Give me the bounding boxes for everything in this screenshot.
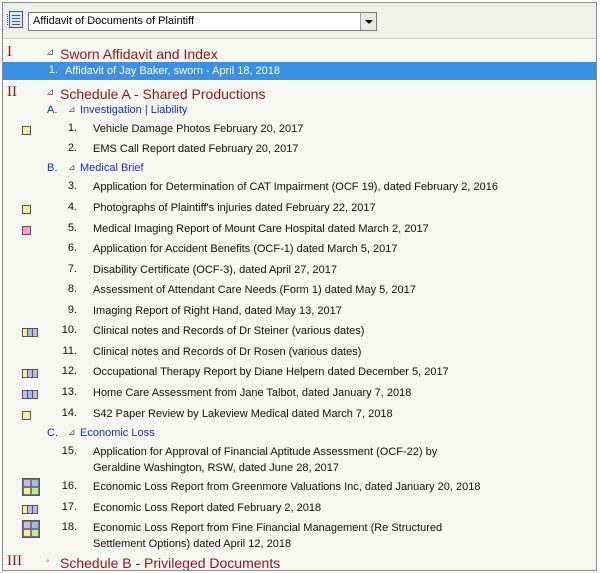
item-number: 3. <box>67 180 77 192</box>
item-text: Medical Imaging Report of Mount Care Hos… <box>93 223 429 235</box>
list-item[interactable]: 15. Application for Approval of Financia… <box>3 443 596 477</box>
item-text: Application for Determination of CAT Imp… <box>93 181 498 193</box>
list-item[interactable]: 6. Application for Accident Benefits (OC… <box>3 240 596 260</box>
item-text: Economic Loss Report from Fine Financial… <box>93 522 443 534</box>
list-item[interactable]: 18. Economic Loss Report from Fine Finan… <box>3 519 596 553</box>
item-number: 15. <box>61 445 77 457</box>
item-number: 10. <box>61 324 77 336</box>
item-text: Imaging Report of Right Hand, dated May … <box>93 305 342 317</box>
tag-markers <box>22 369 38 378</box>
section-title: Schedule B - Privileged Documents <box>60 555 281 571</box>
item-text: Economic Loss Report dated February 2, 2… <box>93 502 322 514</box>
chevron-down-icon[interactable] <box>360 13 376 30</box>
list-item[interactable]: 4. Photographs of Plaintiff's injuries d… <box>3 199 596 219</box>
tag-markers <box>22 520 40 538</box>
document-select-value: Affidavit of Documents of Plaintiff <box>33 15 195 27</box>
subsection-title: Investigation | Liability <box>80 104 188 116</box>
item-text: EMS Call Report dated February 20, 2017 <box>93 143 299 155</box>
tag-markers <box>22 478 40 496</box>
section-roman: I <box>7 44 12 60</box>
tag-markers <box>22 505 38 514</box>
tag-markers <box>22 411 31 420</box>
item-number: 11. <box>62 345 77 357</box>
list-item[interactable]: 2. EMS Call Report dated February 20, 20… <box>3 140 596 160</box>
tag-markers <box>22 390 38 399</box>
subsection-header[interactable]: A. ⊿ Investigation | Liability <box>3 104 596 120</box>
collapse-toggle-icon[interactable]: ⊿ <box>46 87 54 98</box>
section-header[interactable]: III ◦ Schedule B - Privileged Documents <box>3 553 596 571</box>
item-text: Assessment of Attendant Care Needs (Form… <box>93 284 416 296</box>
item-text: Economic Loss Report from Greenmore Valu… <box>93 481 481 493</box>
collapse-toggle-icon[interactable]: ⊿ <box>68 162 76 173</box>
item-number: 13. <box>61 386 77 398</box>
tag-markers <box>22 126 31 135</box>
list-item[interactable]: 13. Home Care Assessment from Jane Talbo… <box>3 384 596 404</box>
item-number: 7. <box>67 263 77 275</box>
tag-markers <box>22 328 38 337</box>
item-text: Vehicle Damage Photos February 20, 2017 <box>93 123 304 135</box>
list-item[interactable]: 7. Disability Certificate (OCF-3), dated… <box>3 261 596 281</box>
item-number: 14. <box>61 407 77 419</box>
section-roman: III <box>7 553 22 569</box>
list-item[interactable]: 3. Application for Determination of CAT … <box>3 178 596 198</box>
item-text-line2: Settlement Options) dated April 12, 2018 <box>93 538 292 550</box>
item-number: 2. <box>67 142 77 154</box>
collapse-toggle-icon[interactable]: ⊿ <box>68 427 76 438</box>
item-text: Occupational Therapy Report by Diane Hel… <box>93 366 449 378</box>
list-item[interactable]: 5. Medical Imaging Report of Mount Care … <box>3 220 596 240</box>
section-header[interactable]: II ⊿ Schedule A - Shared Productions <box>3 84 596 104</box>
list-item[interactable]: 12. Occupational Therapy Report by Diane… <box>3 363 596 383</box>
subsection-header[interactable]: C. ⊿ Economic Loss <box>3 427 596 443</box>
toolbar: Affidavit of Documents of Plaintiff <box>3 3 596 39</box>
subsection-letter: B. <box>47 162 58 174</box>
list-item[interactable]: 8. Assessment of Attendant Care Needs (F… <box>3 281 596 301</box>
item-text: Photographs of Plaintiff's injuries date… <box>93 202 376 214</box>
item-number: 4. <box>67 201 77 213</box>
item-number: 5. <box>67 222 77 234</box>
item-text: Application for Approval of Financial Ap… <box>93 446 438 458</box>
list-item[interactable]: 1. Affidavit of Jay Baker, sworn - April… <box>3 62 596 80</box>
list-item[interactable]: 1. Vehicle Damage Photos February 20, 20… <box>3 120 596 140</box>
subsection-header[interactable]: B. ⊿ Medical Brief <box>3 162 596 178</box>
item-number: 1. <box>67 122 77 134</box>
collapse-toggle-icon[interactable]: ⊿ <box>68 104 76 115</box>
binder-icon[interactable] <box>7 11 23 28</box>
list-item[interactable]: 16. Economic Loss Report from Greenmore … <box>3 477 596 499</box>
section-title: Schedule A - Shared Productions <box>60 86 266 102</box>
collapse-toggle-icon[interactable]: ⊿ <box>46 47 54 58</box>
item-number: 8. <box>67 283 77 295</box>
item-text: Disability Certificate (OCF-3), dated Ap… <box>93 264 337 276</box>
item-text: Affidavit of Jay Baker, sworn - April 18… <box>65 65 281 77</box>
item-text-line2: Geraldine Washington, RSW, dated June 28… <box>93 462 340 474</box>
expand-toggle-icon[interactable]: ◦ <box>46 556 50 567</box>
section-roman: II <box>7 84 17 100</box>
list-item[interactable]: 10. Clinical notes and Records of Dr Ste… <box>3 322 596 342</box>
item-text: Home Care Assessment from Jane Talbot, d… <box>93 387 412 399</box>
subsection-title: Medical Brief <box>80 162 144 174</box>
list-item[interactable]: 14. S42 Paper Review by Lakeview Medical… <box>3 405 596 425</box>
item-text: S42 Paper Review by Lakeview Medical dat… <box>93 408 393 420</box>
list-item[interactable]: 17. Economic Loss Report dated February … <box>3 499 596 519</box>
item-text: Clinical notes and Records of Dr Steiner… <box>93 325 365 337</box>
item-number: 17. <box>61 501 77 513</box>
section-header[interactable]: I ⊿ Sworn Affidavit and Index <box>3 44 596 64</box>
item-number: 6. <box>67 242 77 254</box>
item-number: 12. <box>61 365 77 377</box>
item-text: Application for Accident Benefits (OCF-1… <box>93 243 398 255</box>
item-number: 16. <box>61 480 77 492</box>
item-number: 1. <box>48 64 58 76</box>
subsection-letter: A. <box>47 104 58 116</box>
subsection-title: Economic Loss <box>80 427 155 439</box>
document-select[interactable]: Affidavit of Documents of Plaintiff <box>28 12 377 31</box>
item-text: Clinical notes and Records of Dr Rosen (… <box>93 346 362 358</box>
tag-markers <box>22 205 31 214</box>
tag-markers <box>22 226 31 235</box>
section-title: Sworn Affidavit and Index <box>60 46 218 62</box>
document-index-window: Affidavit of Documents of Plaintiff I ⊿ … <box>2 2 597 571</box>
subsection-letter: C. <box>47 427 58 439</box>
item-number: 18. <box>61 521 77 533</box>
item-number: 9. <box>67 304 77 316</box>
list-item[interactable]: 11. Clinical notes and Records of Dr Ros… <box>3 343 596 363</box>
list-item[interactable]: 9. Imaging Report of Right Hand, dated M… <box>3 302 596 322</box>
